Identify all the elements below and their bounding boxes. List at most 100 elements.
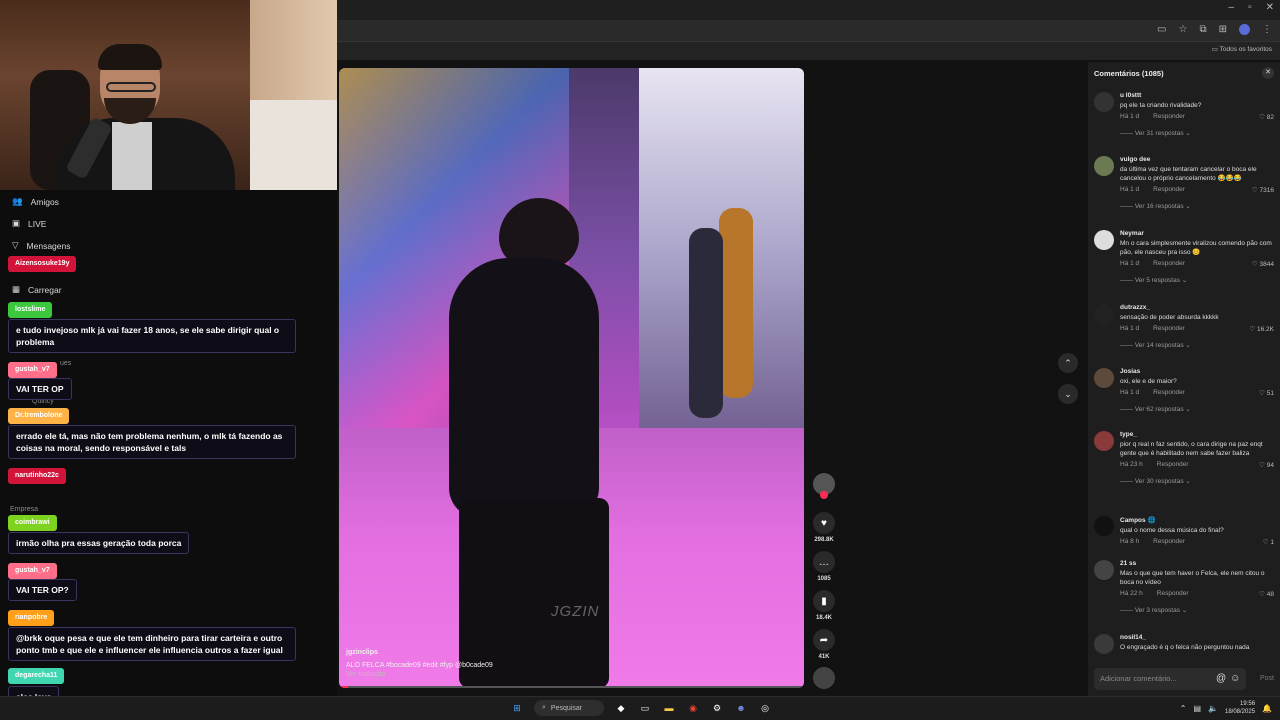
windows-start-icon[interactable]: ⊞ (510, 701, 524, 715)
comment-avatar[interactable] (1094, 156, 1114, 176)
nav-messages[interactable]: ▽ Mensagens (12, 240, 71, 251)
menu-icon[interactable]: ⋮ (1262, 24, 1272, 35)
comment-avatar[interactable] (1094, 304, 1114, 324)
close-comments-button[interactable]: ✕ (1262, 67, 1274, 79)
comment-time: Há 1 d (1120, 389, 1140, 396)
tab-search-icon[interactable]: ⊞ (1219, 24, 1227, 35)
tray-chevron-icon[interactable]: ⌃ (1180, 704, 1187, 713)
video-progress[interactable] (339, 686, 804, 688)
star-icon[interactable]: ☆ (1179, 24, 1188, 35)
post-button[interactable]: Post (1260, 675, 1274, 682)
next-video-button[interactable]: ⌄ (1058, 384, 1078, 404)
comment-likes[interactable]: ♡ 82 (1259, 113, 1274, 121)
minimize-button[interactable]: – (1229, 2, 1235, 13)
mention-icon[interactable]: @ (1216, 673, 1226, 684)
comment-likes[interactable]: ♡ 7316 (1252, 186, 1274, 194)
comment-avatar[interactable] (1094, 92, 1114, 112)
search-icon: ⌕ (542, 704, 546, 711)
like-button[interactable]: ♥ 298.8K (812, 512, 836, 543)
view-replies-button[interactable]: —— Ver 3 respostas ⌄ (1120, 606, 1274, 614)
extensions-icon[interactable]: ⧉ (1199, 24, 1206, 35)
nav-live[interactable]: ▣ LIVE (12, 218, 46, 229)
comment-likes[interactable]: ♡ 1 (1263, 538, 1274, 546)
comment-likes[interactable]: ♡ 94 (1259, 461, 1274, 469)
comment-user[interactable]: vulgo dee (1120, 156, 1274, 163)
view-replies-button[interactable]: —— Ver 5 respostas ⌄ (1120, 276, 1274, 284)
view-replies-button[interactable]: —— Ver 30 respostas ⌄ (1120, 477, 1274, 485)
emoji-icon[interactable]: ☺ (1230, 673, 1240, 684)
obs-icon[interactable]: ◎ (758, 701, 772, 715)
chrome-icon[interactable]: ◉ (686, 701, 700, 715)
comment-user[interactable]: dutrazzx_ (1120, 304, 1274, 311)
close-button[interactable]: ✕ (1266, 2, 1274, 13)
comment-likes[interactable]: ♡ 3844 (1252, 260, 1274, 268)
maximize-button[interactable]: ▫ (1248, 2, 1252, 13)
comment-likes[interactable]: ♡ 16.2K (1249, 325, 1274, 333)
like-count: 298.8K (814, 537, 834, 543)
author-avatar[interactable] (812, 473, 836, 499)
comment-user[interactable]: nosil14_ (1120, 634, 1274, 641)
file-explorer-icon[interactable]: ▬ (662, 701, 676, 715)
widgets-icon[interactable]: ◆ (614, 701, 628, 715)
comment-user[interactable]: Neymar (1120, 230, 1274, 237)
all-favorites-link[interactable]: ▭ Todos os favoritos (1212, 45, 1272, 53)
comment-time: Há 1 d (1120, 113, 1140, 120)
comment-time: Há 1 d (1120, 186, 1140, 193)
video-watermark: JGZIN (551, 603, 600, 620)
save-button[interactable]: ▮ 18.4K (812, 590, 836, 621)
chat-message: @brkk oque pesa e que ele tem dinheiro p… (8, 627, 296, 661)
comment-avatar[interactable] (1094, 230, 1114, 250)
task-view-icon[interactable]: ▭ (638, 701, 652, 715)
screen: { "window": {"minimize": "–", "maximize"… (0, 0, 1280, 720)
comment-avatar[interactable] (1094, 516, 1114, 536)
view-replies-button[interactable]: —— Ver 62 respostas ⌄ (1120, 405, 1274, 413)
steam-icon[interactable]: ⚙ (710, 701, 724, 715)
profile-avatar[interactable] (1239, 24, 1250, 35)
reply-button[interactable]: Responder (1153, 113, 1185, 120)
reply-button[interactable]: Responder (1153, 186, 1185, 193)
comment-avatar[interactable] (1094, 431, 1114, 451)
reply-button[interactable]: Responder (1157, 461, 1189, 468)
network-icon[interactable]: ▤ (1193, 704, 1201, 713)
comments-panel: Comentários (1085) ✕ u l0sttt pq ele ta … (1088, 62, 1280, 696)
view-replies-button[interactable]: —— Ver 31 respostas ⌄ (1120, 129, 1274, 137)
video-author[interactable]: jgzinclips (346, 649, 378, 656)
volume-icon[interactable]: 🔈 (1208, 704, 1218, 713)
reply-button[interactable]: Responder (1153, 538, 1185, 545)
taskbar-search[interactable]: ⌕ Pesquisar (534, 700, 604, 716)
view-replies-button[interactable]: —— Ver 14 respostas ⌄ (1120, 341, 1274, 349)
reply-button[interactable]: Responder (1153, 260, 1185, 267)
reply-button[interactable]: Responder (1157, 590, 1189, 597)
translate-link[interactable]: Ver tradução (346, 671, 386, 678)
address-bar[interactable]: ▭ ☆ ⧉ ⊞ ⋮ (337, 20, 1280, 42)
comment-user[interactable]: u l0sttt (1120, 92, 1274, 99)
reply-button[interactable]: Responder (1153, 325, 1185, 332)
comment-user[interactable]: 21 ss (1120, 560, 1274, 567)
view-replies-button[interactable]: —— Ver 16 respostas ⌄ (1120, 202, 1274, 210)
video-player[interactable]: JGZIN jgzinclips ALO FELCA #bocade09 #ed… (339, 68, 804, 688)
share-count: 41K (818, 654, 830, 660)
comment-avatar[interactable] (1094, 368, 1114, 388)
comment-likes[interactable]: ♡ 51 (1259, 389, 1274, 397)
nav-friends[interactable]: 👥 Amigos (12, 196, 59, 207)
notification-icon[interactable]: 🔔 (1262, 704, 1272, 713)
comments-title: Comentários (1085) (1094, 69, 1164, 78)
music-disc[interactable] (812, 667, 836, 689)
follow-plus-icon[interactable] (820, 491, 828, 499)
comment-avatar[interactable] (1094, 560, 1114, 580)
chat-message: e tudo invejoso mlk já vai fazer 18 anos… (8, 319, 296, 353)
comment-user[interactable]: Josias (1120, 368, 1274, 375)
comment-button[interactable]: … 1085 (812, 551, 836, 582)
comment-avatar[interactable] (1094, 634, 1114, 654)
comment-time: Há 8 h (1120, 538, 1140, 545)
discord-icon[interactable]: ☻ (734, 701, 748, 715)
share-button[interactable]: ➦ 41K (812, 629, 836, 660)
reply-button[interactable]: Responder (1153, 389, 1185, 396)
comment-likes[interactable]: ♡ 48 (1259, 590, 1274, 598)
cast-icon[interactable]: ▭ (1157, 24, 1166, 35)
comment-user[interactable]: type_ (1120, 431, 1274, 438)
comment-user[interactable]: Campos 🌐 (1120, 516, 1274, 524)
previous-video-button[interactable]: ⌃ (1058, 353, 1078, 373)
nav-upload[interactable]: ▦ Carregar (12, 284, 62, 295)
system-clock[interactable]: 19:56 18/08/2025 (1225, 700, 1255, 716)
